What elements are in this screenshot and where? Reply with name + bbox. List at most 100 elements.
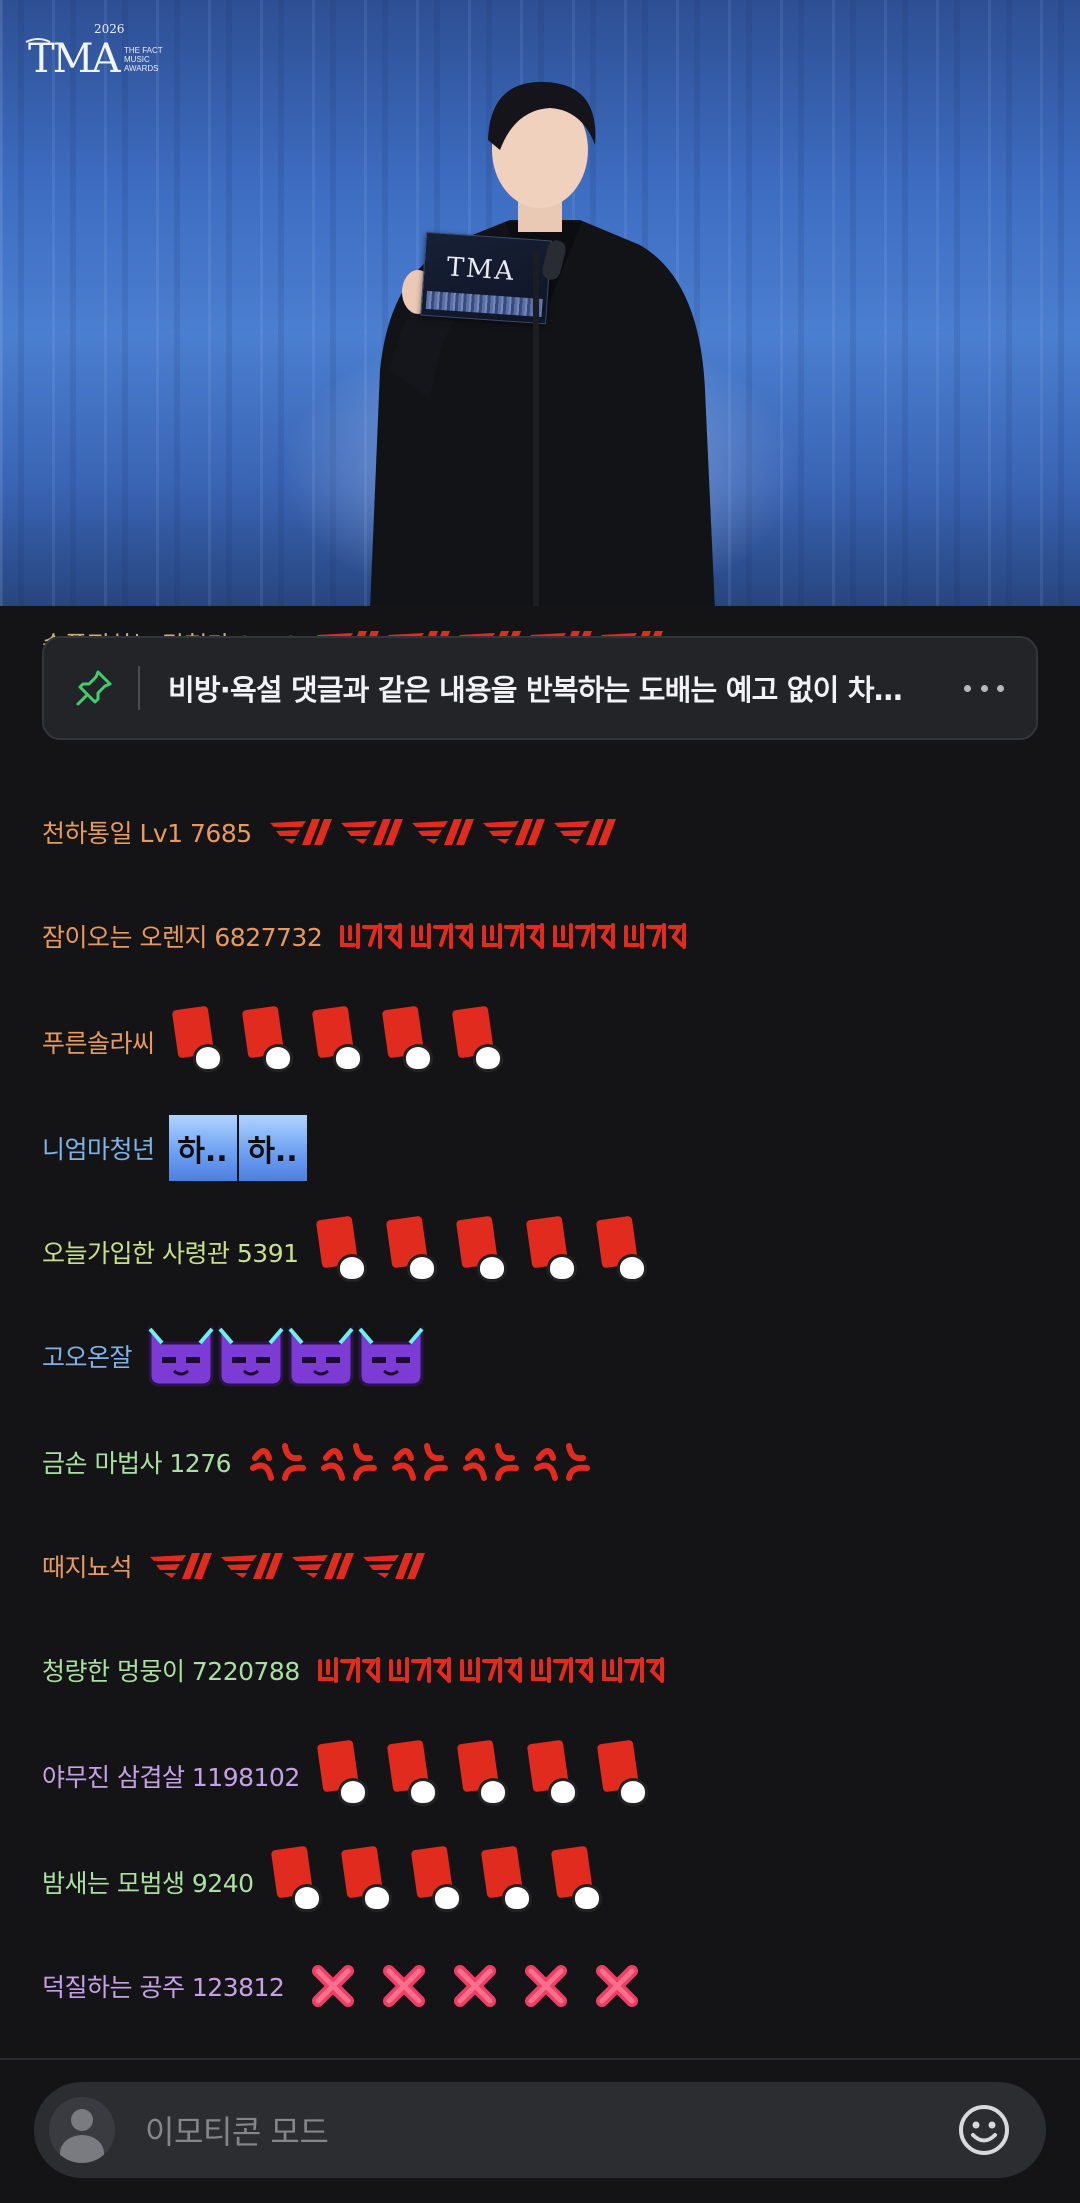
chat-nickname[interactable]: 오늘가입한 사령관 5391 xyxy=(42,1234,299,1270)
chat-nickname[interactable]: 때지뇨석 xyxy=(42,1548,133,1584)
chat-input-field[interactable]: 이모티콘 모드 xyxy=(34,2082,1046,2178)
pin-icon xyxy=(76,670,112,706)
red-card-emote xyxy=(309,1005,379,1078)
red-card-emote xyxy=(593,1215,663,1288)
x-emote xyxy=(511,1961,582,2011)
emote-group xyxy=(266,815,621,849)
chat-message[interactable]: 오늘가입한 사령관 5391 xyxy=(42,1212,663,1292)
anger-emote xyxy=(529,1438,600,1486)
red-card-emote xyxy=(313,1215,383,1288)
svg-text:2026: 2026 xyxy=(94,22,125,36)
svg-text:THE FACT: THE FACT xyxy=(124,46,163,55)
card-logo: TMA xyxy=(445,252,517,287)
red-glyph-emote xyxy=(549,919,620,953)
svg-text:TMA: TMA xyxy=(28,36,122,80)
chat-message[interactable]: 고오온잘 xyxy=(42,1316,426,1396)
ha-emote: 하.. xyxy=(238,1115,307,1181)
chat-nickname[interactable]: 고오온잘 xyxy=(42,1338,133,1374)
red-card-emote xyxy=(523,1215,593,1288)
red-slash-emote xyxy=(217,1549,288,1583)
chat-nickname[interactable]: 푸른솔라씨 xyxy=(42,1024,155,1060)
emote-group xyxy=(336,919,691,953)
red-slash-emote xyxy=(550,815,621,849)
chat-message[interactable]: 니엄마청년 하.. 하.. xyxy=(42,1108,309,1188)
red-glyph-emote xyxy=(478,919,549,953)
emote-group xyxy=(245,1438,600,1486)
video-player[interactable]: 2026 TMA THE FACT MUSIC AWARDS TMA xyxy=(0,0,1080,606)
red-glyph-emote xyxy=(336,919,407,953)
chat-list[interactable]: 솔플질하는 탐험가 9479천하통일 Lv1 7685잠이오는 오렌지 6827… xyxy=(0,606,1080,2060)
smile-icon[interactable] xyxy=(956,2102,1012,2158)
red-glyph-emote xyxy=(314,1653,385,1687)
chat-message[interactable]: 금손 마법사 1276 xyxy=(42,1422,600,1502)
chat-message[interactable]: 잠이오는 오렌지 6827732 xyxy=(42,896,691,976)
pinned-notice-text: 비방·욕설 댓글과 같은 내용을 반복하는 도배는 예고 없이 차단될 수 있습… xyxy=(168,673,928,707)
svg-text:AWARDS: AWARDS xyxy=(124,64,159,73)
emote-group xyxy=(268,1845,618,1918)
chat-message[interactable]: 청량한 멍뭉이 7220788 xyxy=(42,1630,669,1710)
red-card-emote xyxy=(379,1005,449,1078)
red-card-emote xyxy=(239,1005,309,1078)
chat-message[interactable]: 천하통일 Lv1 7685 xyxy=(42,792,621,872)
anger-emote xyxy=(387,1438,458,1486)
chat-nickname[interactable]: 천하통일 Lv1 7685 xyxy=(42,814,252,850)
emote-group: 하.. 하.. xyxy=(168,1115,309,1181)
ha-emote: 하.. xyxy=(168,1115,237,1181)
red-card-emote xyxy=(524,1739,594,1812)
red-card-emote xyxy=(268,1845,338,1918)
red-card-emote xyxy=(478,1845,548,1918)
chat-nickname[interactable]: 잠이오는 오렌지 6827732 xyxy=(42,918,323,954)
emote-group xyxy=(169,1005,519,1078)
svg-text:MUSIC: MUSIC xyxy=(124,55,150,64)
presenter xyxy=(370,81,715,606)
red-card-emote xyxy=(454,1739,524,1812)
red-glyph-emote xyxy=(407,919,478,953)
more-icon[interactable] xyxy=(964,668,1004,708)
red-slash-emote xyxy=(359,1549,430,1583)
chat-nickname[interactable]: 니엄마청년 xyxy=(42,1130,155,1166)
chat-nickname[interactable]: 야무진 삼겹살 1198102 xyxy=(42,1758,300,1794)
red-glyph-emote xyxy=(620,919,691,953)
x-emote xyxy=(582,1961,653,2011)
red-glyph-emote xyxy=(456,1653,527,1687)
cat-emote xyxy=(356,1324,426,1387)
red-slash-emote xyxy=(288,1549,359,1583)
red-slash-emote xyxy=(408,815,479,849)
red-card-emote xyxy=(383,1215,453,1288)
red-card-emote xyxy=(338,1845,408,1918)
tma-logo: 2026 TMA THE FACT MUSIC AWARDS xyxy=(24,20,224,82)
chat-nickname[interactable]: 덕질하는 공주 123812 xyxy=(42,1968,285,2004)
chat-input-placeholder: 이모티콘 모드 xyxy=(145,2113,329,2151)
chat-input-bar: 이모티콘 모드 xyxy=(0,2060,1080,2203)
chat-nickname[interactable]: 밤새는 모범생 9240 xyxy=(42,1864,254,1900)
anger-emote xyxy=(245,1438,316,1486)
red-card-emote xyxy=(594,1739,664,1812)
red-slash-emote xyxy=(266,815,337,849)
pinned-notice[interactable]: 비방·욕설 댓글과 같은 내용을 반복하는 도배는 예고 없이 차단될 수 있습… xyxy=(42,636,1038,740)
cat-emote xyxy=(286,1324,356,1387)
chat-message[interactable]: 덕질하는 공주 123812 xyxy=(42,1946,653,2026)
pin-divider xyxy=(138,666,140,710)
red-card-emote xyxy=(449,1005,519,1078)
chat-message[interactable]: 밤새는 모범생 9240 xyxy=(42,1842,618,1922)
red-card-emote xyxy=(384,1739,454,1812)
card-skyline xyxy=(425,290,543,317)
chat-nickname[interactable]: 금손 마법사 1276 xyxy=(42,1444,232,1480)
red-slash-emote xyxy=(337,815,408,849)
red-slash-emote xyxy=(479,815,550,849)
x-emote xyxy=(440,1961,511,2011)
avatar-icon[interactable] xyxy=(49,2097,115,2163)
red-card-emote xyxy=(314,1739,384,1812)
red-card-emote xyxy=(453,1215,523,1288)
emote-group xyxy=(146,1549,430,1583)
x-emote xyxy=(369,1961,440,2011)
anger-emote xyxy=(316,1438,387,1486)
chat-nickname[interactable]: 청량한 멍뭉이 7220788 xyxy=(42,1652,300,1688)
chat-message[interactable]: 때지뇨석 xyxy=(42,1526,430,1606)
red-glyph-emote xyxy=(527,1653,598,1687)
emote-group xyxy=(314,1739,664,1812)
emote-group xyxy=(314,1653,669,1687)
chat-message[interactable]: 푸른솔라씨 xyxy=(42,1002,519,1082)
red-card-emote xyxy=(408,1845,478,1918)
chat-message[interactable]: 야무진 삼겹살 1198102 xyxy=(42,1736,664,1816)
